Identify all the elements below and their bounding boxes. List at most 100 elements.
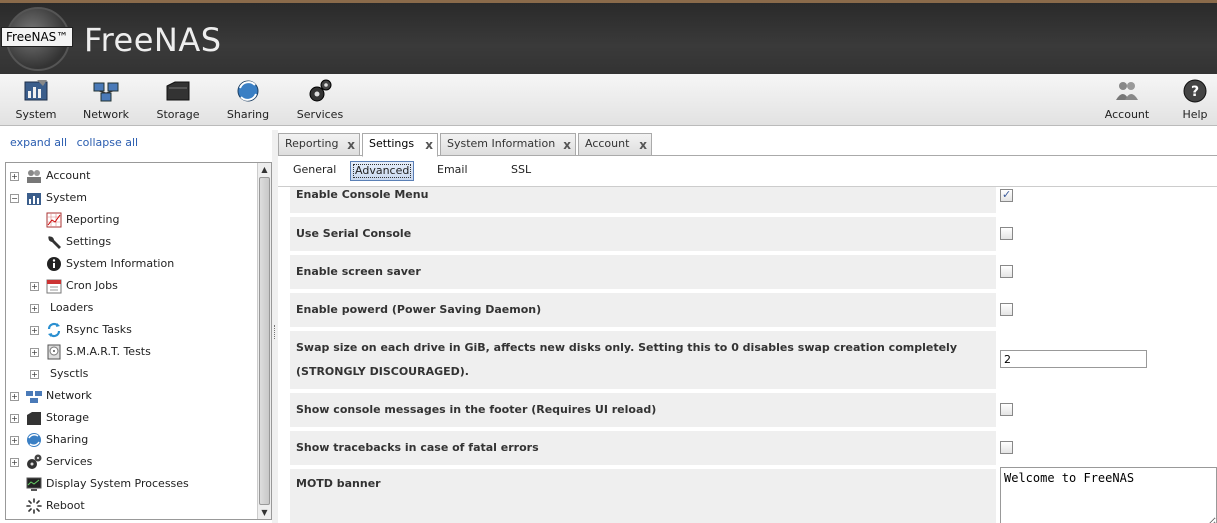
tab-label: Account (585, 137, 630, 150)
tree-item-network[interactable]: + Network (10, 386, 92, 406)
tab-system-information[interactable]: System Information x (440, 133, 576, 156)
expand-all-link[interactable]: expand all (10, 136, 67, 149)
tree-label: Reboot (46, 499, 85, 512)
tree-label: Loaders (50, 301, 94, 314)
tree-label: Rsync Tasks (66, 323, 132, 336)
tree-item-sysctls[interactable]: + Sysctls (30, 364, 88, 384)
tree-item-reporting[interactable]: Reporting (46, 210, 119, 230)
scroll-up-icon[interactable]: ▲ (258, 163, 271, 176)
toolbar-sharing-button[interactable]: Sharing (222, 78, 274, 122)
tree-toggle-cron-jobs[interactable]: + (30, 282, 39, 291)
help-icon: ? (1183, 79, 1207, 103)
tree-item-reboot[interactable]: Reboot (26, 496, 85, 516)
monitor-processes-icon (26, 477, 42, 491)
show-console-messages-checkbox[interactable] (1000, 403, 1013, 416)
tree-item-system[interactable]: − System (10, 188, 87, 208)
tree-label: Display System Processes (46, 477, 189, 490)
advanced-settings-form: Enable Console Menu Use Serial Console E… (290, 187, 1217, 523)
tab-settings[interactable]: Settings x (362, 133, 438, 157)
tree-toggle-loaders[interactable]: + (30, 304, 39, 313)
field-label: Show console messages in the footer (Req… (290, 393, 996, 427)
form-row-powerd: Enable powerd (Power Saving Daemon) (290, 293, 1217, 327)
field-label: Swap size on each drive in GiB, affects … (290, 331, 996, 389)
tree-toggle-system[interactable]: − (10, 194, 19, 203)
tree-item-settings[interactable]: Settings (46, 232, 111, 252)
close-icon[interactable]: x (639, 135, 647, 155)
toolbar-system-button[interactable]: System (10, 78, 62, 122)
collapse-all-link[interactable]: collapse all (77, 136, 138, 149)
swap-size-input[interactable] (1000, 350, 1147, 368)
enable-powerd-checkbox[interactable] (1000, 303, 1013, 316)
account-icon (1116, 82, 1138, 100)
toolbar-help-label: Help (1182, 108, 1208, 121)
storage-icon (166, 81, 190, 101)
scroll-down-icon[interactable]: ▼ (258, 506, 271, 519)
tree-expand-controls: expand all collapse all (10, 136, 144, 149)
form-row-console-menu: Enable Console Menu (290, 187, 1217, 213)
tree-item-cron-jobs[interactable]: + Cron Jobs (30, 276, 118, 296)
tree-item-display-system-processes[interactable]: Display System Processes (26, 474, 189, 494)
tree-item-rsync-tasks[interactable]: + Rsync Tasks (30, 320, 132, 340)
tree-toggle-smart-tests[interactable]: + (30, 348, 39, 357)
close-icon[interactable]: x (347, 135, 355, 155)
toolbar-services-button[interactable]: Services (294, 78, 346, 122)
tree-scrollbar[interactable]: ▲ ▼ (257, 163, 271, 519)
network-icon (26, 391, 42, 403)
toolbar-storage-button[interactable]: Storage (152, 78, 204, 122)
services-icon (27, 454, 42, 469)
network-icon (93, 82, 119, 102)
tree-toggle-storage[interactable]: + (10, 414, 19, 423)
scrollbar-thumb[interactable] (259, 177, 270, 505)
toolbar-help-button[interactable]: ? Help (1176, 78, 1214, 122)
show-tracebacks-checkbox[interactable] (1000, 441, 1013, 454)
system-icon (27, 193, 41, 205)
tree-toggle-network[interactable]: + (10, 392, 19, 401)
subtab-ssl[interactable]: SSL (507, 161, 535, 181)
tree-toggle-rsync-tasks[interactable]: + (30, 326, 39, 335)
field-label: Enable powerd (Power Saving Daemon) (290, 293, 996, 327)
form-row-swap-size: Swap size on each drive in GiB, affects … (290, 331, 1217, 389)
tree-label: Account (46, 169, 91, 182)
toolbar-network-label: Network (83, 108, 129, 121)
sharing-icon (237, 80, 259, 102)
tree-item-services[interactable]: + Services (10, 452, 92, 472)
tree-item-smart-tests[interactable]: + S.M.A.R.T. Tests (30, 342, 151, 362)
subtab-advanced[interactable]: Advanced (350, 161, 415, 181)
tree-toggle-sysctls[interactable]: + (30, 370, 39, 379)
toolbar-account-button[interactable]: Account (1100, 78, 1154, 122)
system-icon (24, 80, 48, 101)
field-label: Enable Console Menu (290, 187, 996, 213)
tree-label: Sharing (46, 433, 89, 446)
toolbar-account-label: Account (1104, 108, 1150, 121)
tree-item-system-information[interactable]: System Information (46, 254, 174, 274)
tree-item-storage[interactable]: + Storage (10, 408, 89, 428)
close-icon[interactable]: x (563, 135, 571, 155)
toolbar-network-button[interactable]: Network (80, 78, 132, 122)
subtab-email[interactable]: Email (433, 161, 472, 181)
close-icon[interactable]: x (425, 135, 433, 155)
tab-reporting[interactable]: Reporting x (278, 133, 360, 156)
tab-label: Settings (369, 137, 415, 150)
enable-screen-saver-checkbox[interactable] (1000, 265, 1013, 278)
motd-banner-textarea[interactable]: Welcome to FreeNAS (1000, 467, 1217, 523)
form-row-serial-console: Use Serial Console (290, 217, 1217, 251)
reporting-chart-icon (46, 212, 62, 228)
enable-console-menu-checkbox[interactable] (1000, 188, 1013, 202)
panel-splitter[interactable] (272, 130, 278, 523)
tree-toggle-services[interactable]: + (10, 458, 19, 467)
tree-item-sharing[interactable]: + Sharing (10, 430, 88, 450)
field-label: Use Serial Console (290, 217, 996, 251)
main-toolbar: System Network Storage Sharing Services (0, 74, 1217, 126)
wrench-icon (48, 236, 61, 249)
splitter-grip-icon[interactable] (274, 325, 276, 339)
tree-item-account[interactable]: + Account (10, 166, 90, 186)
navigation-tree: + Account − System Reporting Settings Sy… (5, 162, 272, 520)
tab-account[interactable]: Account x (578, 133, 652, 156)
use-serial-console-checkbox[interactable] (1000, 227, 1013, 240)
form-row-motd-banner: MOTD banner Welcome to FreeNAS (290, 467, 1217, 523)
tree-toggle-account[interactable]: + (10, 172, 19, 181)
tree-toggle-sharing[interactable]: + (10, 436, 19, 445)
subtab-general[interactable]: General (289, 161, 340, 181)
toolbar-sharing-label: Sharing (226, 108, 270, 121)
tree-item-loaders[interactable]: + Loaders (30, 298, 93, 318)
